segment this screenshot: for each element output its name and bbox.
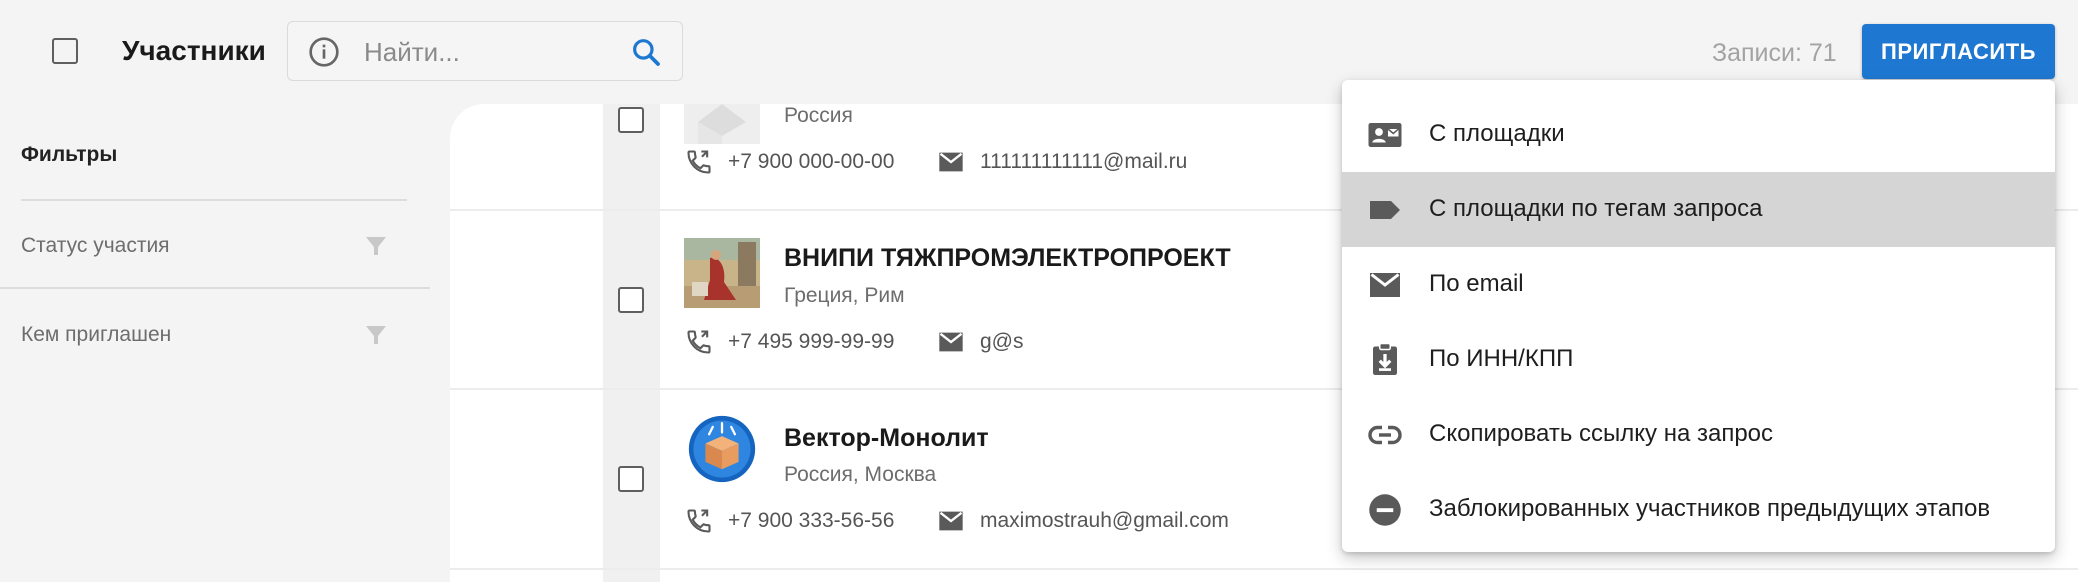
menu-item-label: С площадки — [1429, 120, 1565, 147]
email-icon — [939, 332, 963, 352]
email-icon — [939, 511, 963, 531]
company-location: Греция, Рим — [784, 284, 905, 307]
phone-icon — [687, 150, 711, 174]
phone-number: +7 495 999-99-99 — [728, 330, 895, 353]
company-location: Россия, Москва — [784, 463, 937, 486]
row-checkbox[interactable] — [618, 107, 644, 133]
placeholder-logo-avatar — [684, 104, 760, 144]
menu-item-by-inn[interactable]: По ИНН/КПП — [1342, 322, 2055, 397]
info-icon[interactable] — [308, 36, 340, 68]
search-input[interactable] — [362, 34, 616, 70]
company-name[interactable]: ВНИПИ ТЯЖПРОМЭЛЕКТРОПРОЕКТ — [784, 244, 1231, 273]
select-all-checkbox[interactable] — [52, 38, 78, 64]
filter-invited-by[interactable]: Кем приглашен — [0, 307, 430, 377]
menu-item-label: Заблокированных участников предыдущих эт… — [1429, 495, 1991, 522]
menu-item-blocked[interactable]: Заблокированных участников предыдущих эт… — [1342, 472, 2055, 547]
menu-item-label: Скопировать ссылку на запрос — [1429, 420, 1774, 447]
checkbox-column — [603, 104, 660, 582]
company-location: Россия — [784, 104, 853, 127]
clipboard-download-icon — [1373, 342, 1397, 375]
filter-icon[interactable] — [364, 234, 388, 258]
row-checkbox[interactable] — [618, 287, 644, 313]
search-box[interactable] — [287, 21, 683, 81]
divider — [0, 287, 430, 289]
filter-icon[interactable] — [364, 323, 388, 347]
email-address: g@s — [980, 330, 1024, 353]
menu-item-label: По ИНН/КПП — [1429, 345, 1574, 372]
filter-invited-by-label: Кем приглашен — [21, 323, 172, 346]
phone-number: +7 900 000-00-00 — [728, 150, 895, 173]
search-icon[interactable] — [630, 36, 662, 68]
block-icon — [1369, 494, 1401, 526]
menu-item-by-email[interactable]: По email — [1342, 247, 2055, 322]
invite-menu: С площадки С площадки по тегам запроса П… — [1342, 80, 2055, 552]
filters-title: Фильтры — [21, 143, 118, 166]
records-count: Записи: 71 — [1712, 39, 1837, 67]
filter-status-label: Статус участия — [21, 234, 170, 257]
menu-item-from-platform[interactable]: С площадки — [1342, 97, 2055, 172]
menu-item-copy-link[interactable]: Скопировать ссылку на запрос — [1342, 397, 2055, 472]
contact-card-icon — [1368, 123, 1402, 147]
email-address: 111111111111@mail.ru — [980, 150, 1188, 173]
label-tag-icon — [1370, 201, 1400, 219]
row-divider — [450, 568, 2078, 570]
email-icon — [939, 152, 963, 172]
phone-icon — [687, 330, 711, 354]
filter-status[interactable]: Статус участия — [0, 218, 430, 288]
menu-item-label: По email — [1429, 270, 1524, 297]
divider — [21, 199, 407, 201]
email-address: maximostrauh@gmail.com — [980, 509, 1229, 532]
link-icon — [1368, 425, 1402, 445]
menu-item-by-tags[interactable]: С площадки по тегам запроса — [1342, 172, 2055, 247]
invite-button[interactable]: ПРИГЛАСИТЬ — [1862, 24, 2055, 79]
menu-item-label: С площадки по тегам запроса — [1429, 195, 1763, 222]
painting-thumbnail-avatar — [684, 238, 760, 308]
company-name[interactable]: Вектор-Монолит — [784, 424, 989, 453]
box-logo-avatar — [688, 415, 756, 483]
phone-icon — [687, 509, 711, 533]
row-checkbox[interactable] — [618, 466, 644, 492]
page-title: Участники — [122, 35, 266, 66]
phone-number: +7 900 333-56-56 — [728, 509, 895, 532]
email-icon — [1370, 273, 1400, 297]
